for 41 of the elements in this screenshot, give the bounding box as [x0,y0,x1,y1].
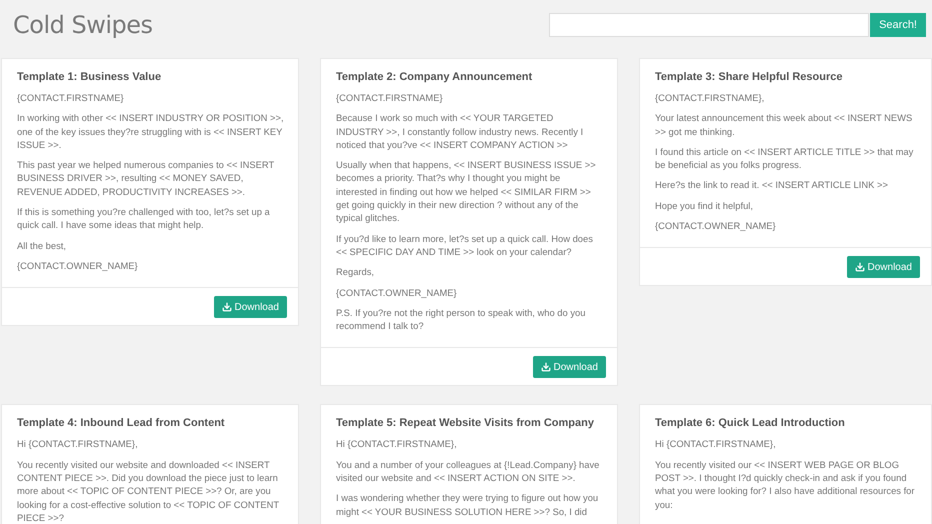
template-text: Hi {CONTACT.FIRSTNAME}, [655,437,777,451]
template-text: All the best, [17,238,67,252]
template-text: If this is something you?re challenged with too, let?s set up a quick call. I have some ideas that might help. [17,205,271,232]
download-button[interactable]: Download [846,256,920,278]
search-button[interactable]: Search! [870,13,926,37]
download-icon [222,302,232,312]
download-icon [540,362,551,372]
template-text: This past year we helped numerous companies to << INSERT BUSINESS DRIVER >>, resulting << MONEY SAVED, REVENUE ADDED, PRODUCTIVITY INCREASES >>. [17,158,276,198]
template-text: I found this article on << INSERT ARTICLE TITLE >> that may be beneficial as you folks progress. [655,144,914,172]
download-button[interactable]: Download [532,356,606,378]
template-text: In working with other << INSERT INDUSTRY OR POSITION >>, one of the key issues they?re struggling with is << INSERT KEY ISSUE >>. [17,111,284,152]
template-text: You recently visited our << INSERT WEB PAGE OR BLOG POST >>. I thought I?d quickly check-in and ask if you found what you were looking for? I also have additional resources for you: [655,458,916,511]
template-text: Hi {CONTACT.FIRSTNAME}, [17,437,139,451]
template-text: You recently visited our website and downloaded << INSERT CONTENT PIECE >>. Did you download the piece just to learn more about << TOPIC OF CONTENT PIECE >>? Or, are you looking for a cost-effective solution to << TOPIC OF CONTENT PIECE >>? [17,458,280,524]
template-text: P.S. If you?re not the right person to speak with, who do you recommend I talk to? [336,306,586,332]
template-text: Here?s the link to read it. << INSERT ARTICLE LINK >> [655,178,889,192]
search-field[interactable] [549,13,870,37]
template-title: Template 1: Business Value [17,71,162,83]
template-text: {CONTACT.FIRSTNAME}, [655,91,766,104]
template-text: Because I work so much with << YOUR TARGETED INDUSTRY >>, I constantly follow industry news. Recently I noticed that you?ve << INSERT COMPANY ACTION >> [336,111,584,152]
template-text: {CONTACT.OWNER_NAME} [17,258,139,272]
template-text: {CONTACT.OWNER_NAME} [336,286,458,299]
template-text: Regards, [336,265,376,279]
template-text: {CONTACT.FIRSTNAME} [336,91,444,104]
template-text: I was wondering whether they were trying to figure out how you might << YOUR BUSINESS SOLUTION HERE >>? So, I did [336,491,600,518]
template-title: Template 2: Company Announcement [336,71,534,83]
template-title: Template 6: Quick Lead Introduction [655,417,846,430]
template-title: Template 4: Inbound Lead from Content [17,417,226,430]
template-text: Hi {CONTACT.FIRSTNAME}, [336,437,458,451]
template-text: Your latest announcement this week about << INSERT NEWS >> got me thinking. [655,111,914,138]
template-title: Template 3: Share Helpful Resource [655,71,844,83]
template-text: If you?d like to learn more, let?s set up a quick call. How does << SPECIFIC DAY AND TIME >> look on your calendar? [336,232,594,258]
download-icon [854,262,865,272]
template-title: Template 5: Repeat Website Visits from Company [336,417,595,430]
template-text: Usually when that happens, << INSERT BUSINESS ISSUE >> becomes a priority. That?s why I thought you might be interested in finding out how we helped << SIMILAR FIRM >> get going quickly in their new direction ? without any of the typical glitches. [336,158,597,225]
template-text: {CONTACT.FIRSTNAME} [17,91,125,104]
page-title: Cold Swipes [13,11,153,39]
download-button[interactable]: Download [214,296,287,318]
template-text: {CONTACT.OWNER_NAME} [655,219,777,232]
template-text: Hope you find it helpful, [655,198,754,212]
template-text: You and a number of your colleagues at {!Lead.Company} have visited our website and << INSERT ACTION ON SITE >>. [336,458,600,484]
